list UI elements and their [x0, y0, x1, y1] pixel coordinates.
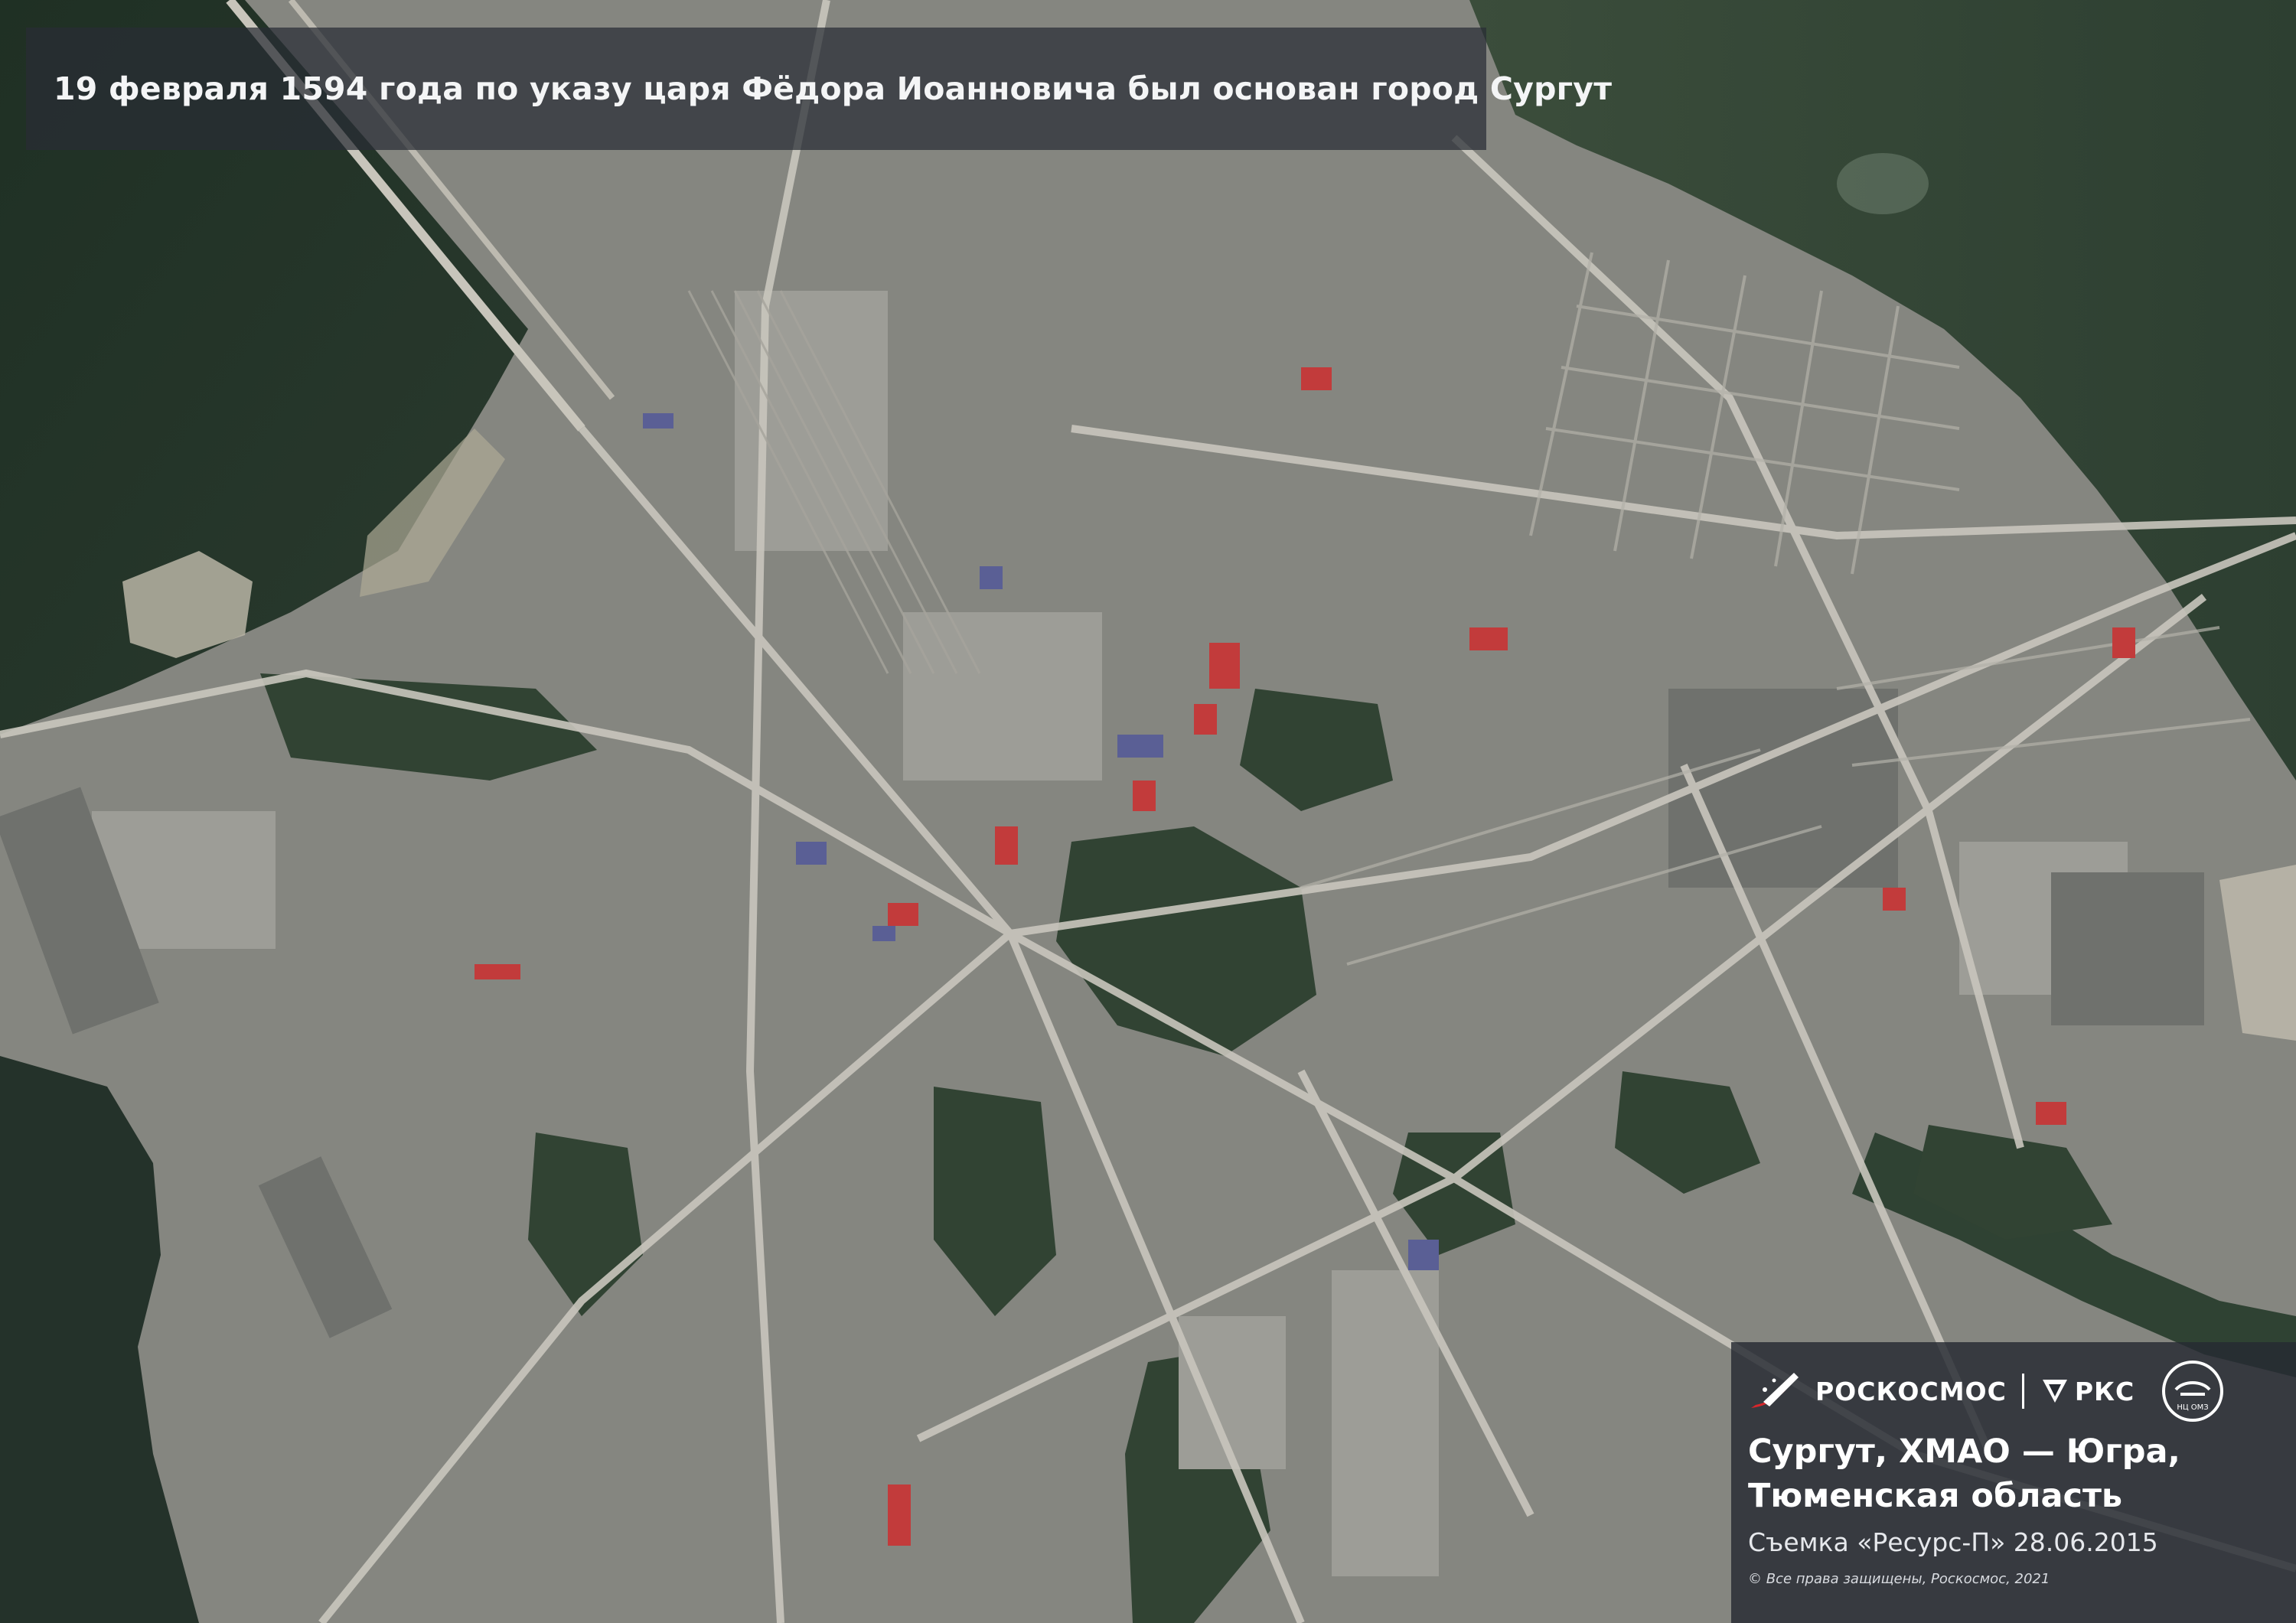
roscosmos-brand: РОСКОСМОС: [1815, 1376, 2007, 1406]
cloud: [1837, 153, 1929, 214]
logo-divider: [2021, 1374, 2024, 1409]
logo-row: РОСКОСМОС РКС НЦ ОМЗ: [1748, 1361, 2279, 1422]
copyright-text: © Все права защищены, Роскосмос, 2021: [1748, 1571, 2050, 1587]
nc-omz-label: НЦ ОМЗ: [2177, 1403, 2209, 1412]
roscosmos-logo-icon: [1751, 1373, 1799, 1408]
shoot-info: Съемка «Ресурс-П» 28.06.2015: [1748, 1527, 2158, 1557]
place-title-line2: Тюменская область: [1748, 1477, 2123, 1515]
nc-omz-logo-icon: НЦ ОМЗ: [2162, 1361, 2224, 1422]
rks-brand: РКС: [2074, 1376, 2135, 1406]
rks-logo-icon: [2042, 1380, 2067, 1403]
headline-text: 19 февраля 1594 года по указу царя Фёдор…: [54, 70, 1613, 107]
headline-banner: 19 февраля 1594 года по указу царя Фёдор…: [26, 28, 1612, 150]
place-title-line1: Сургут, ХМАО — Югра,: [1748, 1432, 2180, 1471]
caption-panel: РОСКОСМОС РКС НЦ ОМЗ Сургут, ХМАО — Югра…: [1731, 1342, 2296, 1623]
